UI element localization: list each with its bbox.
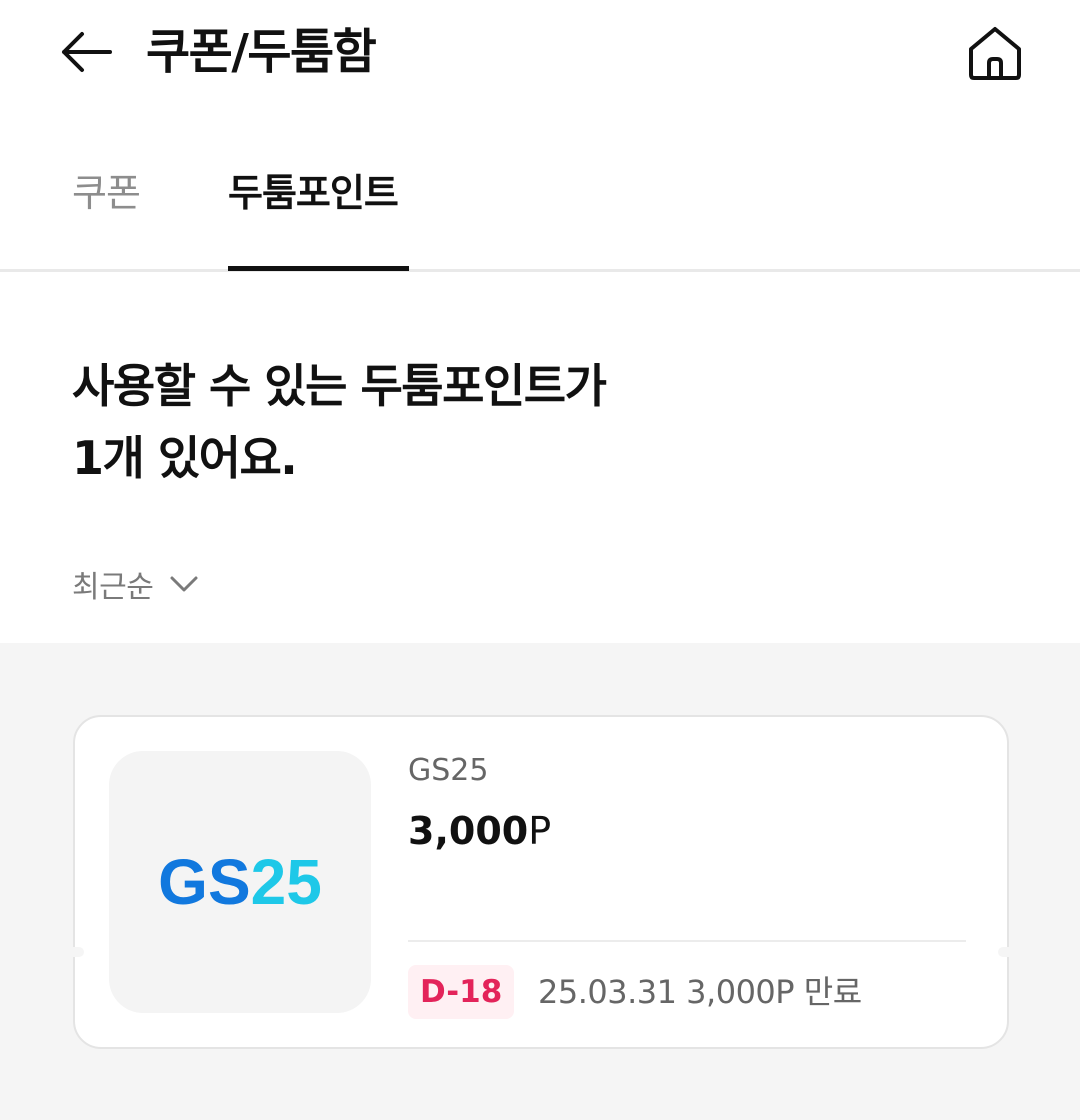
page-title: 쿠폰/두툼함: [146, 24, 377, 80]
brand-logo-thumbnail: GS25: [109, 751, 371, 1013]
app-screen: 쿠폰/두툼함 쿠폰 두툼포인트 사용할 수 있는 두툼포인트가 1개 있어요. …: [0, 0, 1080, 1120]
points-list: GS25 GS25 3,000P D-18 25.03.31 3,000P 만료: [0, 643, 1080, 1120]
home-button[interactable]: [962, 20, 1028, 86]
home-icon: [969, 27, 1021, 80]
logo-text-25: 25: [250, 846, 322, 918]
chevron-down-icon: [170, 576, 198, 592]
back-button[interactable]: [56, 22, 116, 82]
sort-dropdown[interactable]: 최근순: [72, 562, 199, 606]
card-divider: [408, 940, 966, 942]
point-amount: 3,000P: [408, 809, 551, 853]
active-tab-indicator: [228, 266, 409, 271]
dday-badge: D-18: [408, 965, 515, 1019]
brand-name: GS25: [408, 753, 489, 788]
tab-bar: 쿠폰 두툼포인트: [0, 150, 1080, 272]
gs25-logo: GS25: [158, 845, 322, 919]
summary-line-1: 사용할 수 있는 두툼포인트가: [72, 359, 607, 413]
expiry-text: 25.03.31 3,000P 만료: [538, 973, 862, 1011]
point-card[interactable]: GS25 GS25 3,000P D-18 25.03.31 3,000P 만료: [72, 715, 1010, 1049]
point-amount-unit: P: [528, 809, 552, 853]
header: 쿠폰/두툼함: [0, 0, 1080, 110]
points-summary: 사용할 수 있는 두툼포인트가 1개 있어요.: [72, 350, 607, 494]
tab-coupon[interactable]: 쿠폰: [72, 168, 141, 218]
sort-label: 최근순: [72, 570, 154, 605]
logo-text-gs: GS: [158, 846, 251, 918]
summary-line-2: 1개 있어요.: [72, 431, 298, 485]
point-amount-value: 3,000: [408, 809, 529, 853]
ticket-notch-right: [998, 947, 1010, 957]
arrow-left-icon: [62, 32, 112, 72]
tab-dutum-points[interactable]: 두툼포인트: [228, 168, 399, 218]
ticket-notch-left: [72, 947, 84, 957]
